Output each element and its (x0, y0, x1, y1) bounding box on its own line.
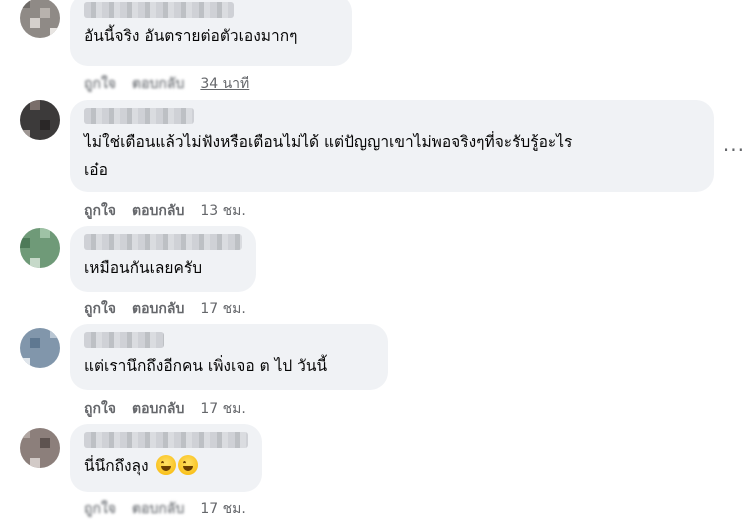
avatar[interactable] (20, 428, 60, 468)
comment-bubble: อันนี้จริง อันตรายต่อตัวเองมากๆ (70, 0, 352, 66)
comment-bubble: เหมือนกันเลยครับ (70, 226, 256, 292)
comment-text-content: นี่นึกถึงลุง (84, 457, 149, 475)
author-name-blurred[interactable] (84, 234, 242, 250)
comment-timestamp[interactable]: 17 ชม. (200, 498, 245, 520)
avatar[interactable] (20, 228, 60, 268)
like-button[interactable]: ถูกใจ (84, 398, 116, 420)
author-name-blurred[interactable] (84, 2, 234, 18)
avatar[interactable] (20, 0, 60, 38)
comment-actions: ถูกใจ ตอบกลับ 34 นาที (84, 73, 249, 95)
avatar[interactable] (20, 100, 60, 140)
comment-bubble: ไม่ใช่เตือนแล้วไม่ฟังหรือเตือนไม่ได้ แต่… (70, 100, 714, 192)
reply-button[interactable]: ตอบกลับ (132, 73, 184, 95)
comment-text: เหมือนกันเลยครับ (84, 259, 203, 277)
reply-button[interactable]: ตอบกลับ (132, 200, 184, 222)
comment-timestamp[interactable]: 17 ชม. (200, 298, 245, 320)
comment-bubble: นี่นึกถึงลุง (70, 424, 262, 492)
author-name-blurred[interactable] (84, 332, 164, 348)
like-button[interactable]: ถูกใจ (84, 73, 116, 95)
author-name-blurred[interactable] (84, 432, 248, 448)
author-name-blurred[interactable] (84, 108, 194, 124)
comment-actions: ถูกใจ ตอบกลับ 17 ชม. (84, 398, 246, 420)
comment-text: อันนี้จริง อันตรายต่อตัวเองมากๆ (84, 27, 298, 45)
like-button[interactable]: ถูกใจ (84, 200, 116, 222)
comment-timestamp[interactable]: 13 ชม. (200, 200, 245, 222)
like-button[interactable]: ถูกใจ (84, 498, 116, 520)
comment-text: แต่เรานึกถึงอีกคน เพิ่งเจอ ต ไป วันนี้ (84, 357, 328, 375)
comment-actions: ถูกใจ ตอบกลับ 17 ชม. (84, 498, 246, 520)
comment-timestamp[interactable]: 34 นาที (200, 73, 249, 95)
comment-text: ไม่ใช่เตือนแล้วไม่ฟังหรือเตือนไม่ได้ แต่… (84, 133, 573, 179)
reply-button[interactable]: ตอบกลับ (132, 498, 184, 520)
reply-button[interactable]: ตอบกลับ (132, 398, 184, 420)
comment-actions: ถูกใจ ตอบกลับ 13 ชม. (84, 200, 246, 222)
avatar[interactable] (20, 328, 60, 368)
comment-timestamp[interactable]: 17 ชม. (200, 398, 245, 420)
reply-button[interactable]: ตอบกลับ (132, 298, 184, 320)
grinning-face-icon (177, 455, 198, 475)
like-button[interactable]: ถูกใจ (84, 298, 116, 320)
more-options-icon[interactable]: ··· (723, 138, 745, 162)
comment-text: นี่นึกถึงลุง (84, 452, 248, 480)
comment-actions: ถูกใจ ตอบกลับ 17 ชม. (84, 298, 246, 320)
comment-bubble: แต่เรานึกถึงอีกคน เพิ่งเจอ ต ไป วันนี้ (70, 324, 388, 390)
grinning-face-icon (155, 455, 176, 475)
